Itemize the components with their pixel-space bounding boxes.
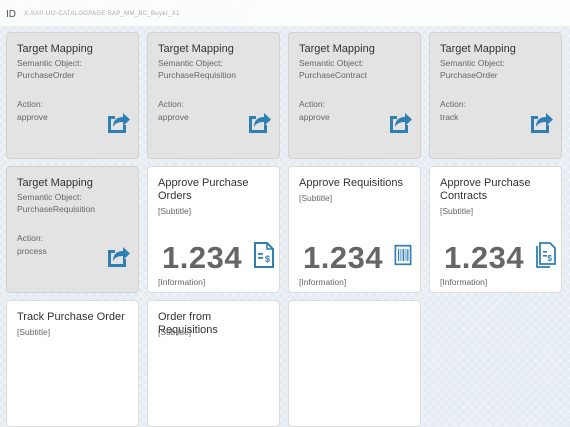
tile-action-label: Action:: [17, 233, 43, 243]
tile-title: Target Mapping: [440, 43, 516, 55]
catalog-header: ID X-SAP-UI2-CATALOGPAGE:SAP_MM_BC_Buyer…: [0, 0, 570, 26]
tile-target-mapping-purchasecontract-approve[interactable]: Target Mapping Semantic Object: Purchase…: [288, 32, 421, 159]
tile-action-value: approve: [299, 112, 330, 122]
tile-semantic-object-label: Semantic Object:: [17, 58, 82, 68]
tile-target-mapping-purchaserequisition-process[interactable]: Target Mapping Semantic Object: Purchase…: [6, 166, 139, 293]
tile-action-label: Action:: [158, 99, 184, 109]
tile-subtitle: [Subtitle]: [299, 193, 333, 203]
tile-semantic-object-value: PurchaseOrder: [17, 70, 75, 80]
share-icon: [108, 113, 130, 133]
tile-track-purchase-order[interactable]: Track Purchase Order [Subtitle]: [6, 300, 139, 427]
tile-approve-purchase-contracts[interactable]: Approve Purchase Contracts [Subtitle] 1.…: [429, 166, 562, 293]
tile-action-value: approve: [158, 112, 189, 122]
tile-target-mapping-purchaserequisition-approve[interactable]: Target Mapping Semantic Object: Purchase…: [147, 32, 280, 159]
tile-semantic-object-value: PurchaseRequisition: [17, 204, 95, 214]
tile-information: [Information]: [158, 277, 206, 287]
kpi-value: 1.234: [444, 240, 525, 275]
tile-title: Target Mapping: [299, 43, 375, 55]
svg-text:$: $: [265, 254, 270, 264]
barcode-document-icon: [394, 244, 412, 266]
tile-title: Target Mapping: [158, 43, 234, 55]
tile-title: Approve Purchase Orders: [158, 177, 249, 202]
tile-semantic-object-label: Semantic Object:: [17, 192, 82, 202]
tile-information: [Information]: [299, 277, 347, 287]
tile-subtitle: [Subtitle]: [17, 327, 51, 337]
tile-approve-requisitions[interactable]: Approve Requisitions [Subtitle] 1.234 [I…: [288, 166, 421, 293]
svg-text:$: $: [548, 254, 553, 263]
tile-semantic-object-label: Semantic Object:: [158, 58, 223, 68]
tile-action-value: approve: [17, 112, 48, 122]
tile-title: Approve Purchase Contracts: [440, 177, 531, 202]
tile-approve-purchase-orders[interactable]: Approve Purchase Orders [Subtitle] 1.234…: [147, 166, 280, 293]
share-icon: [249, 113, 271, 133]
tile-semantic-object-label: Semantic Object:: [440, 58, 505, 68]
tile-semantic-object-value: PurchaseOrder: [440, 70, 498, 80]
share-icon: [531, 113, 553, 133]
tile-semantic-object-value: PurchaseContract: [299, 70, 368, 80]
tile-action-label: Action:: [440, 99, 466, 109]
share-icon: [390, 113, 412, 133]
tile-subtitle: [Subtitle]: [440, 206, 474, 216]
tile-title: Target Mapping: [17, 43, 93, 55]
tile-order-from-requisitions[interactable]: Order from Requisitions [Subtitle]: [147, 300, 280, 427]
tile-semantic-object-value: PurchaseRequisition: [158, 70, 236, 80]
tile-target-mapping-purchaseorder-track[interactable]: Target Mapping Semantic Object: Purchase…: [429, 32, 562, 159]
tile-target-mapping-purchaseorder-approve[interactable]: Target Mapping Semantic Object: Purchase…: [6, 32, 139, 159]
tile-semantic-object-label: Semantic Object:: [299, 58, 364, 68]
tile-title: Track Purchase Order: [17, 311, 125, 323]
catalog-id-value: X-SAP-UI2-CATALOGPAGE:SAP_MM_BC_Buyer_X1: [24, 11, 180, 17]
purchase-order-document-icon: $: [254, 242, 274, 268]
tile-information: [Information]: [440, 277, 488, 287]
tile-subtitle: [Subtitle]: [158, 327, 192, 337]
tile-subtitle: [Subtitle]: [158, 206, 192, 216]
kpi-value: 1.234: [162, 240, 243, 275]
kpi-value: 1.234: [303, 240, 384, 275]
tile-action-value: process: [17, 246, 47, 256]
tile-action-label: Action:: [17, 99, 43, 109]
contract-documents-icon: $: [536, 242, 556, 268]
tile-title: Approve Requisitions: [299, 177, 403, 189]
tile-title: Target Mapping: [17, 177, 93, 189]
tile-action-label: Action:: [299, 99, 325, 109]
id-label: ID: [6, 9, 16, 20]
tile-action-value: track: [440, 112, 459, 122]
share-icon: [108, 247, 130, 267]
tile-empty[interactable]: [288, 300, 421, 427]
